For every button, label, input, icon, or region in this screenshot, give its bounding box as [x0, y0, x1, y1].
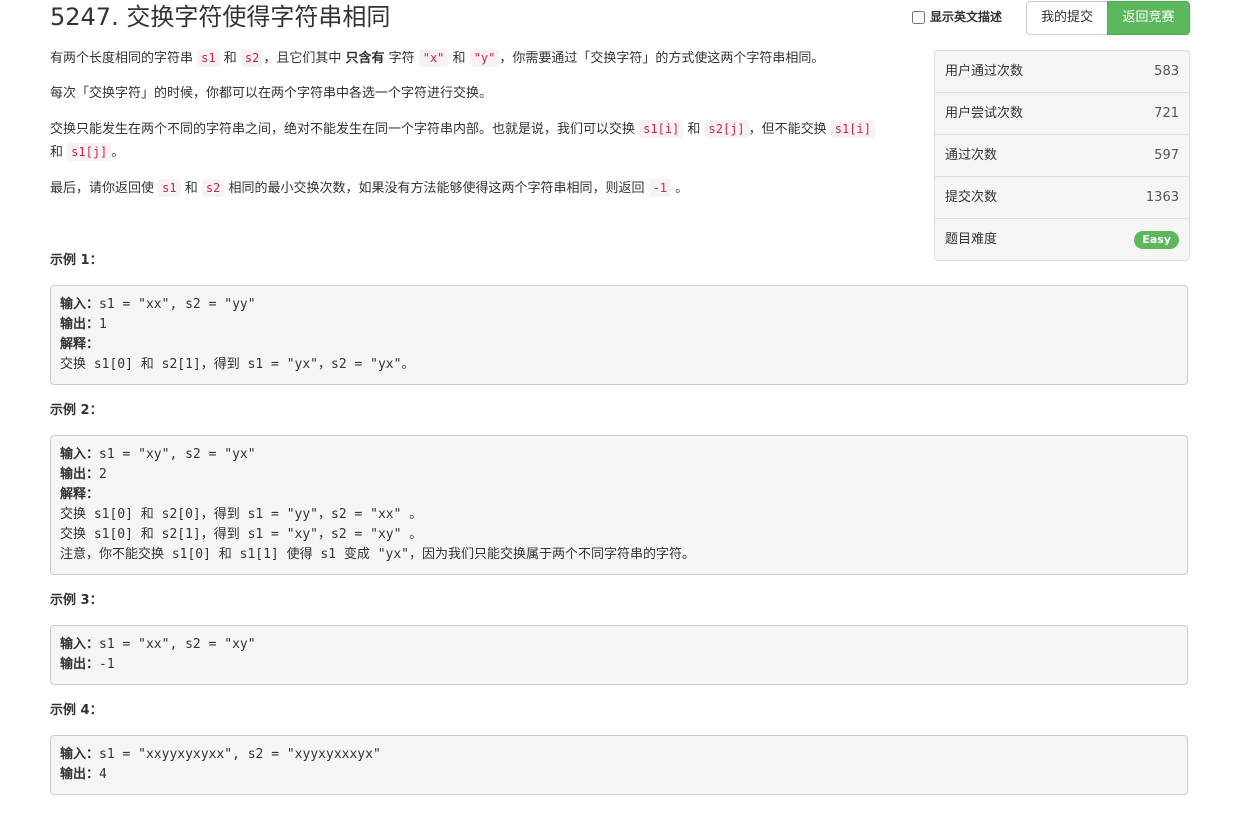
inline-code: s2	[201, 179, 225, 197]
example-1-label: 示例 1：	[50, 253, 103, 268]
text: 和	[180, 181, 202, 196]
example-input: s1 = "xxyyxyxyxx", s2 = "xyyxyxxxyx"	[99, 747, 381, 762]
example-2-box: 输入：s1 = "xy", s2 = "yx" 输出：2 解释： 交换 s1[0…	[50, 435, 1188, 575]
input-key: 输入：	[60, 637, 100, 652]
description-paragraph-4: 最后，请你返回使 s1 和 s2 相同的最小交换次数，如果没有方法能够使得这两个…	[50, 177, 880, 200]
problem-description: 有两个长度相同的字符串 s1 和 s2 ，且它们其中 只含有 字符 "x" 和 "…	[50, 47, 880, 213]
explain-line: 交换 s1[0] 和 s2[0]，得到 s1 = "yy"，s2 = "xx" …	[60, 507, 423, 522]
stat-users-accepted: 用户通过次数 583	[935, 51, 1189, 93]
stats-panel: 用户通过次数 583 用户尝试次数 721 通过次数 597 提交次数 1363…	[934, 50, 1190, 261]
difficulty-badge: Easy	[1134, 231, 1179, 249]
stat-label: 通过次数	[945, 148, 998, 163]
stat-label: 提交次数	[945, 190, 998, 205]
back-to-contest-button[interactable]: 返回竞赛	[1107, 1, 1190, 35]
inline-code: s2[j]	[704, 120, 749, 138]
description-paragraph-3: 交换只能发生在两个不同的字符串之间，绝对不能发生在同一个字符串内部。也就是说，我…	[50, 118, 880, 164]
stat-users-attempted: 用户尝试次数 721	[935, 93, 1189, 135]
inline-code: "y"	[469, 49, 500, 67]
inline-code: s1	[158, 179, 181, 197]
inline-code: s1[j]	[67, 143, 112, 161]
text: 相同的最小交换次数，如果没有方法能够使得这两个字符串相同，则返回	[224, 181, 649, 196]
input-key: 输入：	[60, 447, 100, 462]
output-key: 输出：	[60, 657, 100, 672]
inline-code: -1	[648, 179, 672, 197]
stat-total-accepted: 通过次数 597	[935, 135, 1189, 177]
text: 和	[50, 145, 68, 160]
description-paragraph-2: 每次「交换字符」的时候，你都可以在两个字符串中各选一个字符进行交换。	[50, 86, 493, 101]
example-input: s1 = "xx", s2 = "xy"	[99, 637, 256, 652]
input-key: 输入：	[60, 297, 100, 312]
input-key: 输入：	[60, 747, 100, 762]
text: 。	[671, 181, 689, 196]
text: ，你需要通过「交换字符」的方式使这两个字符串相同。	[499, 51, 825, 66]
text: 和	[219, 51, 241, 66]
text: 和	[448, 51, 470, 66]
output-key: 输出：	[60, 467, 100, 482]
text: 最后，请你返回使	[50, 181, 159, 196]
text: 和	[683, 122, 705, 137]
action-button-group: 我的提交 返回竞赛	[1026, 1, 1190, 35]
output-key: 输出：	[60, 767, 100, 782]
my-submissions-button[interactable]: 我的提交	[1026, 1, 1107, 35]
text: 交换只能发生在两个不同的字符串之间，绝对不能发生在同一个字符串内部。也就是说，我…	[50, 122, 640, 137]
explain-line: 注意，你不能交换 s1[0] 和 s1[1] 使得 s1 变成 "yx"，因为我…	[60, 547, 696, 562]
stat-label: 用户通过次数	[945, 64, 1024, 79]
page-title: 5247. 交换字符使得字符串相同	[50, 3, 391, 31]
show-english-toggle[interactable]: 显示英文描述	[911, 8, 1002, 26]
explain-key: 解释：	[60, 337, 100, 352]
stat-total-submissions: 提交次数 1363	[935, 177, 1189, 219]
example-output: 1	[99, 317, 107, 332]
stat-value: 1363	[1145, 190, 1179, 205]
text: ，但不能交换	[748, 122, 831, 137]
output-key: 输出：	[60, 317, 100, 332]
example-input: s1 = "xx", s2 = "yy"	[99, 297, 256, 312]
example-3-label: 示例 3：	[50, 593, 103, 608]
example-output: -1	[99, 657, 115, 672]
inline-code: "x"	[418, 49, 449, 67]
bold-text: 只含有	[345, 51, 385, 66]
stat-value: 721	[1154, 106, 1179, 121]
inline-code: s1[i]	[639, 120, 684, 138]
text: 字符	[384, 51, 419, 66]
text: ，且它们其中	[263, 51, 346, 66]
text: 。	[111, 145, 125, 160]
example-3-box: 输入：s1 = "xx", s2 = "xy" 输出：-1	[50, 625, 1188, 685]
explain-line: 交换 s1[0] 和 s2[1]，得到 s1 = "xy"，s2 = "xy" …	[60, 527, 423, 542]
inline-code: s1[i]	[830, 120, 875, 138]
show-english-checkbox[interactable]	[912, 10, 925, 24]
example-output: 2	[99, 467, 107, 482]
inline-code: s1	[197, 49, 220, 67]
stat-value: 597	[1154, 148, 1179, 163]
example-4-box: 输入：s1 = "xxyyxyxyxx", s2 = "xyyxyxxxyx" …	[50, 735, 1188, 795]
stat-label: 题目难度	[945, 232, 998, 247]
explain-key: 解释：	[60, 487, 100, 502]
stat-value: 583	[1154, 64, 1179, 79]
example-2-label: 示例 2：	[50, 403, 103, 418]
stat-label: 用户尝试次数	[945, 106, 1024, 121]
stat-difficulty: 题目难度 Easy	[935, 219, 1189, 260]
text: 有两个长度相同的字符串	[50, 51, 198, 66]
example-1-box: 输入：s1 = "xx", s2 = "yy" 输出：1 解释： 交换 s1[0…	[50, 285, 1188, 385]
example-4-label: 示例 4：	[50, 703, 103, 718]
example-output: 4	[99, 767, 107, 782]
example-input: s1 = "xy", s2 = "yx"	[99, 447, 256, 462]
inline-code: s2	[240, 49, 264, 67]
toolbar: 显示英文描述 我的提交 返回竞赛	[911, 1, 1191, 35]
show-english-label: 显示英文描述	[930, 10, 1003, 24]
explain-line: 交换 s1[0] 和 s2[1]，得到 s1 = "yx"，s2 = "yx"。	[60, 357, 415, 372]
description-paragraph-1: 有两个长度相同的字符串 s1 和 s2 ，且它们其中 只含有 字符 "x" 和 "…	[50, 47, 880, 70]
